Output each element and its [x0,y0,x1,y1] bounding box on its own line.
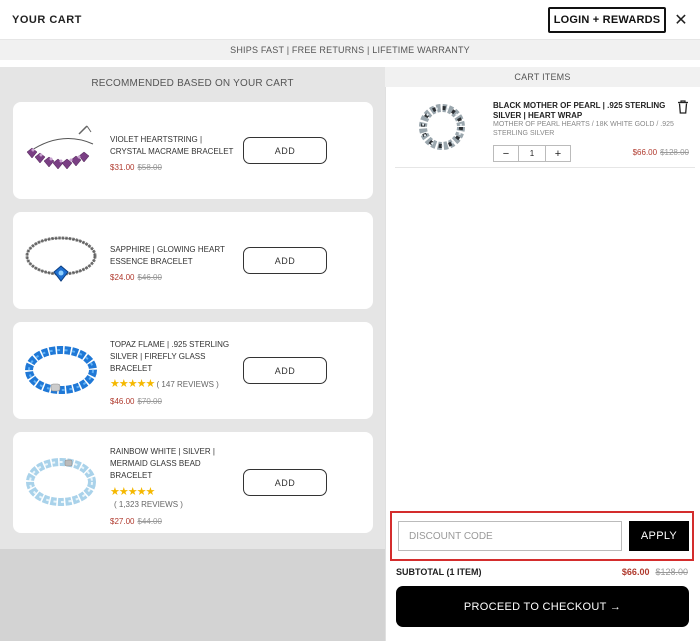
product-name[interactable]: SAPPHIRE | GLOWING HEART ESSENCE BRACELE… [110,244,235,268]
cart-title: YOUR CART [12,14,82,26]
recommended-panel-footer [0,549,385,641]
product-price: $31.00 $58.00 [110,163,162,172]
recommended-title: RECOMMENDED BASED ON YOUR CART [91,78,294,89]
sale-price: $27.00 [110,517,135,526]
login-rewards-button[interactable]: LOGIN + REWARDS [548,7,666,33]
violet-bracelet-image [26,125,94,170]
quantity-value[interactable]: 1 [518,146,546,161]
original-price: $70.00 [137,397,162,406]
product-price: $24.00 $46.00 [110,273,162,282]
add-to-cart-button[interactable]: ADD [243,137,327,164]
topaz-bracelet-image [25,346,97,394]
product-name[interactable]: TOPAZ FLAME | .925 STERLING SILVER | FIR… [110,339,235,375]
cart-header: YOUR CART LOGIN + REWARDS ✕ [0,0,700,40]
original-price: $44.00 [137,517,162,526]
product-price: $27.00 $44.00 [110,517,162,526]
review-count[interactable]: ( 1,323 REVIEWS ) [114,500,183,509]
product-name[interactable]: RAINBOW WHITE | SILVER | MERMAID GLASS B… [110,446,235,482]
proceed-to-checkout-button[interactable]: PROCEED TO CHECKOUT → [396,586,689,627]
add-to-cart-button[interactable]: ADD [243,469,327,496]
quantity-stepper: − 1 + [493,145,571,162]
sapphire-bracelet-image [25,236,97,282]
cart-item-name[interactable]: BLACK MOTHER OF PEARL | .925 STERLING SI… [493,101,669,121]
cart-item-price: $66.00 $128.00 [595,148,689,157]
original-price: $128.00 [660,148,689,157]
sale-price: $66.00 [632,148,658,157]
discount-code-section: DISCOUNT CODE APPLY [390,511,694,561]
subtotal-label: SUBTOTAL (1 ITEM) [396,567,482,577]
product-rating: ★★★★★ ( 147 REVIEWS ) [110,377,219,390]
add-to-cart-button[interactable]: ADD [243,357,327,384]
original-price: $46.00 [137,273,162,282]
review-count[interactable]: ( 147 REVIEWS ) [157,380,219,389]
recommended-product-card: VIOLET HEARTSTRING | CRYSTAL MACRAME BRA… [13,102,373,199]
shipping-banner: SHIPS FAST | FREE RETURNS | LIFETIME WAR… [0,40,700,60]
original-price: $58.00 [137,163,162,172]
recommended-product-card: RAINBOW WHITE | SILVER | MERMAID GLASS B… [13,432,373,533]
increase-quantity-button[interactable]: + [546,146,570,161]
subtotal-value: $66.00 $128.00 [560,567,688,577]
decrease-quantity-button[interactable]: − [494,146,518,161]
trash-icon[interactable] [677,100,689,114]
subtotal-original-price: $128.00 [655,567,688,577]
star-rating-icon: ★★★★★ [110,378,155,390]
product-rating: ( 1,323 REVIEWS ) [114,500,183,509]
rainbow-white-bracelet-image [26,458,96,506]
cart-items-header: CART ITEMS [385,67,700,87]
recommended-product-card: TOPAZ FLAME | .925 STERLING SILVER | FIR… [13,322,373,419]
sale-price: $24.00 [110,273,135,282]
star-rating-icon: ★★★★★ [110,486,155,498]
discount-code-input[interactable]: DISCOUNT CODE [398,521,622,551]
apply-discount-button[interactable]: APPLY [629,521,689,551]
cart-item-variant: MOTHER OF PEARL HEARTS / 18K WHITE GOLD … [493,121,674,137]
recommended-product-card: SAPPHIRE | GLOWING HEART ESSENCE BRACELE… [13,212,373,309]
cart-line-item: BLACK MOTHER OF PEARL | .925 STERLING SI… [395,88,695,168]
black-pearl-bracelet-image [419,104,465,150]
sale-price: $46.00 [110,397,135,406]
product-price: $46.00 $70.00 [110,397,162,406]
close-icon[interactable]: ✕ [672,10,690,30]
product-rating-stars: ★★★★★ [110,485,155,498]
add-to-cart-button[interactable]: ADD [243,247,327,274]
sale-price: $31.00 [110,163,135,172]
product-name[interactable]: VIOLET HEARTSTRING | CRYSTAL MACRAME BRA… [110,134,235,158]
subtotal-sale-price: $66.00 [621,567,650,577]
